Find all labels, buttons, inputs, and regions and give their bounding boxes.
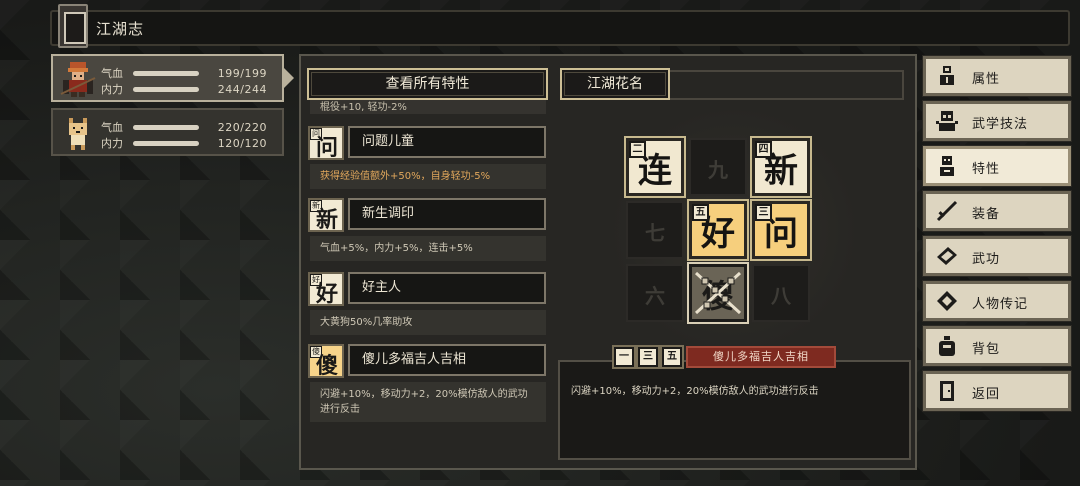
trait-char: 好 <box>316 281 339 307</box>
mp-label: 内力 <box>101 83 123 96</box>
menu-label: 背包 <box>972 342 1001 357</box>
person-icon <box>940 66 954 85</box>
mp-bar <box>133 140 199 146</box>
skull-icon <box>936 111 958 131</box>
trait-name: 傻儿多福吉人吉相 <box>348 344 546 376</box>
menu-label: 人物传记 <box>972 297 1029 312</box>
mp-label: 内力 <box>101 137 123 150</box>
hp-value: 220/220 <box>217 120 267 134</box>
mp-value: 120/120 <box>217 136 267 150</box>
trait-char: 问 <box>316 135 339 161</box>
combo-tag: 一 <box>612 345 636 369</box>
grid-cell-selected[interactable]: 傻 <box>687 262 749 324</box>
trait-desc: 闪避+10%，移动力+2，20%模仿敌人的武功进行反击 <box>310 382 546 422</box>
menu-biography[interactable]: 人物传记 <box>922 280 1072 322</box>
grid-cell[interactable]: 连 二 <box>624 136 686 198</box>
view-all-traits-button[interactable]: 查看所有特性 <box>307 68 548 100</box>
nickname-label: 江湖花名 <box>587 76 643 92</box>
trait-name: 好主人 <box>348 272 546 304</box>
menu-traits[interactable]: 特性 <box>922 145 1072 187</box>
sword-icon <box>936 200 958 222</box>
book-icon <box>937 247 957 265</box>
trait-person-icon <box>940 156 954 176</box>
menu-label: 特性 <box>972 162 1001 177</box>
grid-cell[interactable]: 好 五 <box>687 199 749 261</box>
trait-list[interactable]: 棍役+10, 轻功-2% 问 问 问题儿童 获得经验值额外+50%，自身轻功-5… <box>308 100 548 430</box>
dog-avatar-icon <box>69 118 87 150</box>
menu-attributes[interactable]: 属性 <box>922 55 1072 97</box>
menu-backpack[interactable]: 背包 <box>922 325 1072 367</box>
combo-tag: 三 <box>636 345 660 369</box>
view-all-traits-label: 查看所有特性 <box>385 76 470 92</box>
grid-cell-char: 九 <box>708 158 728 182</box>
hp-label: 气血 <box>101 67 123 80</box>
grid-cell-tag: 五 <box>692 204 709 221</box>
hp-label: 气血 <box>101 121 123 134</box>
journal-book-icon <box>58 4 88 48</box>
grid-cell-char: 七 <box>645 221 665 245</box>
hero-avatar-icon <box>60 62 96 97</box>
chain-lock-icon <box>694 271 742 315</box>
menu-label: 返回 <box>972 387 1001 402</box>
menu-label: 装备 <box>972 207 1001 222</box>
menu-back-button[interactable]: 返回 <box>922 370 1072 412</box>
trait-char-icon: 新 新 <box>308 198 344 233</box>
door-icon <box>940 381 954 401</box>
character-card-2[interactable]: 气血 220/220 内力 120/120 <box>51 108 284 156</box>
hp-bar <box>133 124 199 130</box>
trait-desc: 大黄狗50%几率助攻 <box>310 310 546 335</box>
bag-icon <box>939 336 955 356</box>
grid-cell[interactable]: 七 <box>626 201 684 259</box>
trait-name: 新生调印 <box>348 198 546 230</box>
grid-cell-tag: 二 <box>629 141 646 158</box>
mp-bar <box>133 86 199 92</box>
selected-arrow-icon <box>284 68 294 88</box>
menu-equipment[interactable]: 装备 <box>922 190 1072 232</box>
nickname-button[interactable]: 江湖花名 <box>560 68 670 100</box>
menu-martial-arts[interactable]: 武功 <box>922 235 1072 277</box>
trait-desc: 获得经验值额外+50%，自身轻功-5% <box>310 164 546 189</box>
character-card-1[interactable]: 气血 199/199 内力 244/244 <box>51 54 284 102</box>
trait-char-icon: 傻 傻 <box>308 344 344 379</box>
trait-char-icon: 问 问 <box>308 126 344 161</box>
trait-name: 问题儿童 <box>348 126 546 158</box>
menu-label: 属性 <box>972 72 1001 87</box>
grid-cell-char: 八 <box>771 284 791 308</box>
grid-cell[interactable]: 新 四 <box>750 136 812 198</box>
menu-martial-techniques[interactable]: 武学技法 <box>922 100 1072 142</box>
diary-icon <box>937 291 957 311</box>
nickname-field <box>670 70 904 100</box>
grid-cell[interactable]: 九 <box>689 138 747 196</box>
grid-cell-tag: 三 <box>755 204 772 221</box>
menu-label: 武学技法 <box>972 117 1029 132</box>
combo-tag: 五 <box>660 345 684 369</box>
trait-char: 新 <box>316 207 339 233</box>
combo-description: 闪避+10%，移动力+2，20%模仿敌人的武功进行反击 <box>571 386 819 397</box>
combo-name-badge: 傻儿多福吉人吉相 <box>686 346 836 368</box>
trait-char: 傻 <box>316 353 339 379</box>
grid-cell[interactable]: 问 三 <box>750 199 812 261</box>
menu-label: 武功 <box>972 252 1001 267</box>
mp-value: 244/244 <box>217 82 267 96</box>
grid-cell-char: 六 <box>645 284 665 308</box>
trait-detail-box <box>558 360 911 460</box>
trait-desc: 气血+5%，内力+5%，连击+5% <box>310 236 546 261</box>
grid-cell[interactable]: 八 <box>752 264 810 322</box>
hp-bar <box>133 70 199 76</box>
grid-cell-tag: 四 <box>755 141 772 158</box>
grid-cell[interactable]: 六 <box>626 264 684 322</box>
title-bar <box>50 10 1070 46</box>
hp-value: 199/199 <box>217 66 267 80</box>
trait-char-icon: 好 好 <box>308 272 344 307</box>
trait-desc-fragment: 棍役+10, 轻功-2% <box>310 100 546 114</box>
page-title: 江湖志 <box>96 20 145 38</box>
